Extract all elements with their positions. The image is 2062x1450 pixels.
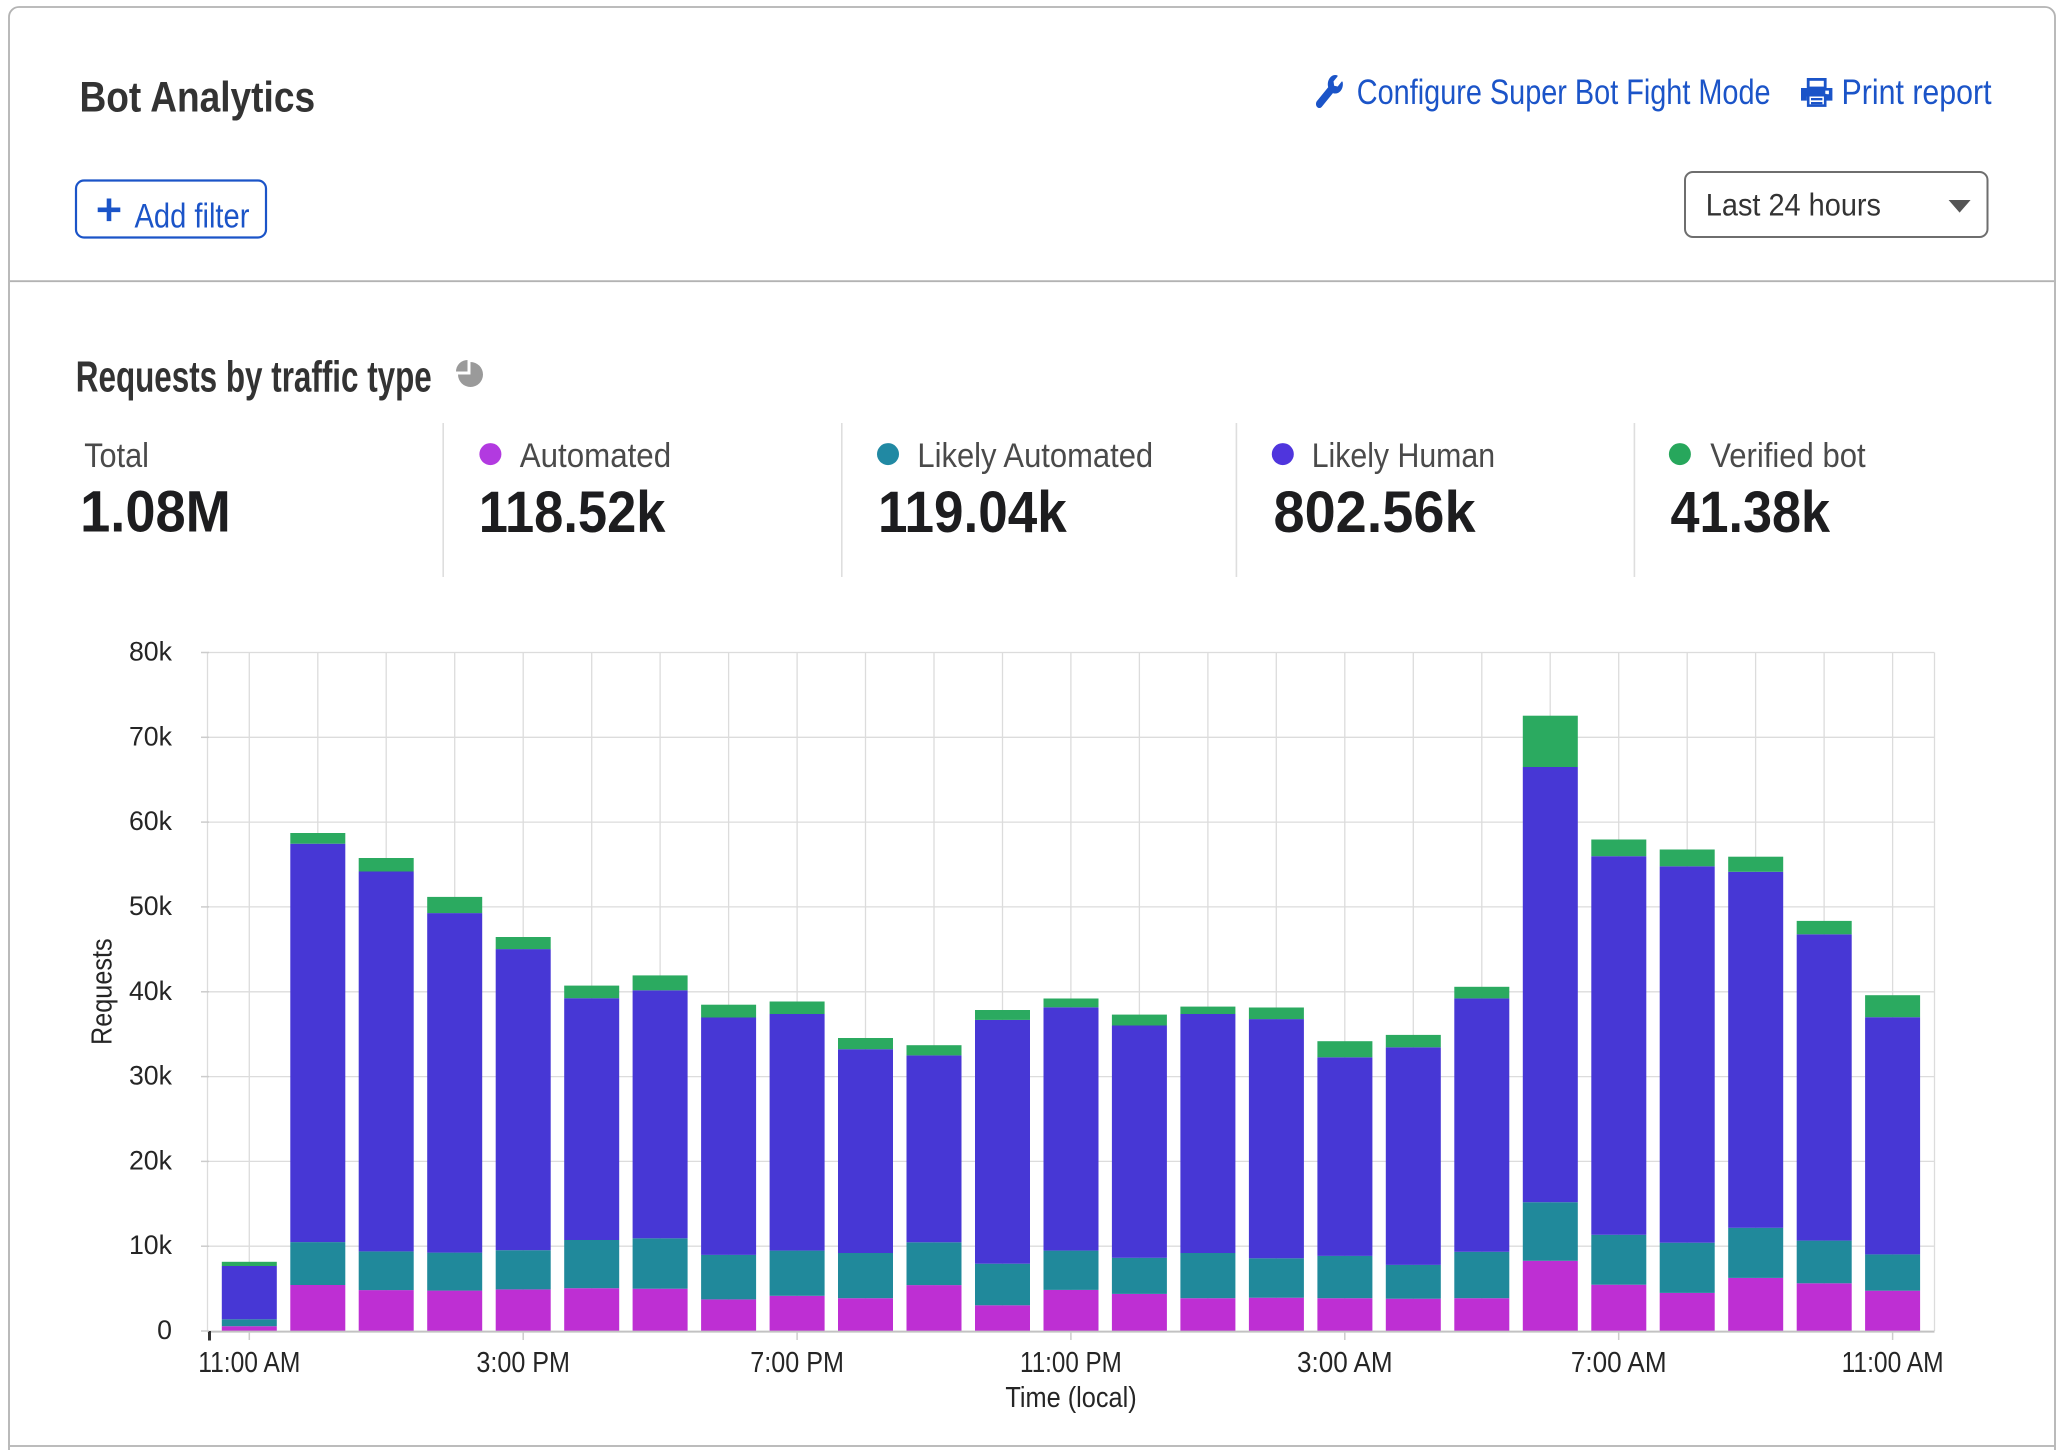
- svg-text:Requests by traffic type: Requests by traffic type: [76, 354, 432, 402]
- svg-text:Verified bot: Verified bot: [1710, 436, 1865, 475]
- svg-text:Print report: Print report: [1842, 72, 1992, 112]
- svg-text:11:00 PM: 11:00 PM: [1020, 1346, 1122, 1378]
- svg-text:802.56k: 802.56k: [1274, 480, 1476, 545]
- svg-text:60k: 60k: [129, 806, 173, 836]
- svg-text:Add filter: Add filter: [135, 196, 250, 235]
- svg-text:70k: 70k: [129, 721, 173, 751]
- svg-text:Last 24 hours: Last 24 hours: [1706, 189, 1881, 223]
- svg-text:Requests: Requests: [85, 938, 118, 1045]
- svg-text:11:00 AM: 11:00 AM: [1842, 1346, 1944, 1378]
- svg-text:20k: 20k: [129, 1145, 173, 1175]
- svg-text:Total: Total: [84, 435, 149, 474]
- svg-text:1.08M: 1.08M: [80, 479, 231, 544]
- svg-text:41.38k: 41.38k: [1671, 479, 1831, 544]
- svg-text:10k: 10k: [129, 1230, 173, 1260]
- svg-text:50k: 50k: [129, 891, 173, 921]
- svg-text:0: 0: [157, 1315, 172, 1345]
- svg-text:Automated: Automated: [520, 436, 671, 475]
- svg-text:3:00 AM: 3:00 AM: [1297, 1346, 1393, 1378]
- svg-text:119.04k: 119.04k: [878, 480, 1068, 545]
- svg-text:Configure Super Bot Fight Mode: Configure Super Bot Fight Mode: [1357, 72, 1771, 111]
- svg-text:Likely Automated: Likely Automated: [917, 436, 1153, 475]
- svg-text:Time (local): Time (local): [1005, 1380, 1136, 1413]
- svg-text:30k: 30k: [129, 1061, 173, 1091]
- svg-text:11:00 AM: 11:00 AM: [198, 1346, 300, 1378]
- svg-text:118.52k: 118.52k: [479, 479, 666, 544]
- svg-text:40k: 40k: [129, 976, 173, 1006]
- svg-text:7:00 AM: 7:00 AM: [1571, 1346, 1667, 1378]
- svg-text:Bot Analytics: Bot Analytics: [80, 73, 316, 121]
- svg-text:80k: 80k: [129, 637, 173, 667]
- svg-text:3:00 PM: 3:00 PM: [476, 1347, 570, 1379]
- svg-text:7:00 PM: 7:00 PM: [750, 1347, 844, 1379]
- svg-text:Likely Human: Likely Human: [1312, 436, 1495, 474]
